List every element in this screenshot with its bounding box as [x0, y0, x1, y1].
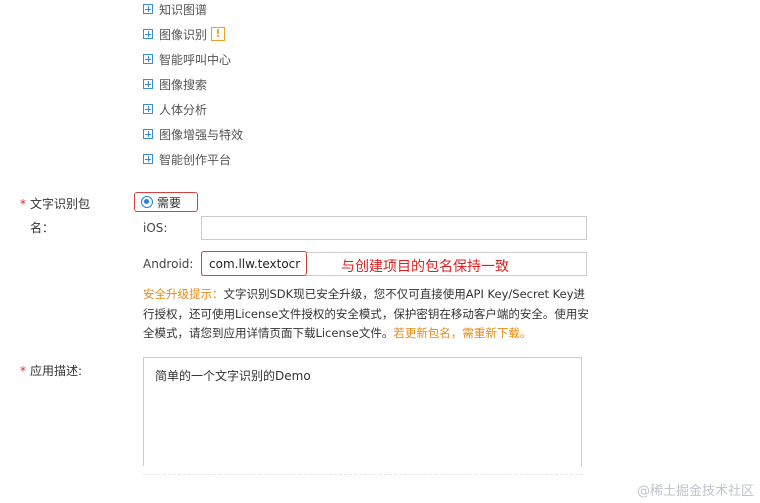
- security-notice: 安全升级提示：文字识别SDK现已安全升级，您不仅可直接使用API Key/Sec…: [143, 285, 593, 344]
- ios-label: iOS:: [143, 221, 168, 235]
- screenshot-cut-edge: [143, 466, 583, 475]
- tree-item-creation-platform[interactable]: 智能创作平台: [143, 151, 231, 167]
- tree-item-image-recognition[interactable]: 图像识别 !: [143, 26, 226, 42]
- package-name-label: * 文字识别包: [20, 197, 91, 211]
- expand-plus-icon[interactable]: [143, 79, 153, 89]
- required-mark: *: [20, 364, 26, 378]
- description-label: * 应用描述:: [20, 364, 83, 378]
- description-textarea[interactable]: 简单的一个文字识别的Demo: [143, 357, 582, 473]
- expand-plus-icon[interactable]: [143, 129, 153, 139]
- annotation-note: 与创建项目的包名保持一致: [341, 259, 509, 275]
- expand-plus-icon[interactable]: [143, 29, 153, 39]
- expand-plus-icon[interactable]: [143, 104, 153, 114]
- android-label: Android:: [143, 257, 194, 271]
- tree-item-image-search[interactable]: 图像搜索: [143, 76, 207, 92]
- watermark: @稀土掘金技术社区: [636, 484, 754, 499]
- expand-plus-icon[interactable]: [143, 54, 153, 64]
- tree-item-label: 图像搜索: [159, 77, 208, 92]
- tree-item-knowledge-graph[interactable]: 知识图谱: [143, 1, 207, 17]
- expand-plus-icon[interactable]: [143, 4, 153, 14]
- expand-plus-icon[interactable]: [143, 154, 153, 164]
- radio-label: 需要: [157, 195, 182, 210]
- tree-item-label: 智能创作平台: [159, 152, 232, 167]
- package-name-label-cont: 名：: [30, 221, 55, 235]
- radio-checked-icon[interactable]: [141, 196, 153, 208]
- ios-package-input[interactable]: [201, 216, 587, 240]
- notice-prefix: 安全升级提示：: [143, 287, 224, 301]
- notice-suffix: 若更新包名，需重新下载。: [393, 326, 532, 340]
- tree-item-label: 智能呼叫中心: [159, 52, 232, 67]
- tree-item-body-analysis[interactable]: 人体分析: [143, 101, 207, 117]
- warning-icon: !: [211, 27, 226, 41]
- tree-item-label: 人体分析: [159, 102, 208, 117]
- tree-item-label: 图像识别: [159, 27, 208, 42]
- tree-item-call-center[interactable]: 智能呼叫中心: [143, 51, 231, 67]
- tree-item-label: 知识图谱: [159, 2, 208, 17]
- tree-item-image-enhance[interactable]: 图像增强与特效: [143, 126, 243, 142]
- tree-item-label: 图像增强与特效: [159, 127, 244, 142]
- android-package-input[interactable]: com.llw.textocr: [201, 251, 307, 276]
- required-mark: *: [20, 197, 26, 211]
- need-radio-option[interactable]: 需要: [134, 192, 198, 212]
